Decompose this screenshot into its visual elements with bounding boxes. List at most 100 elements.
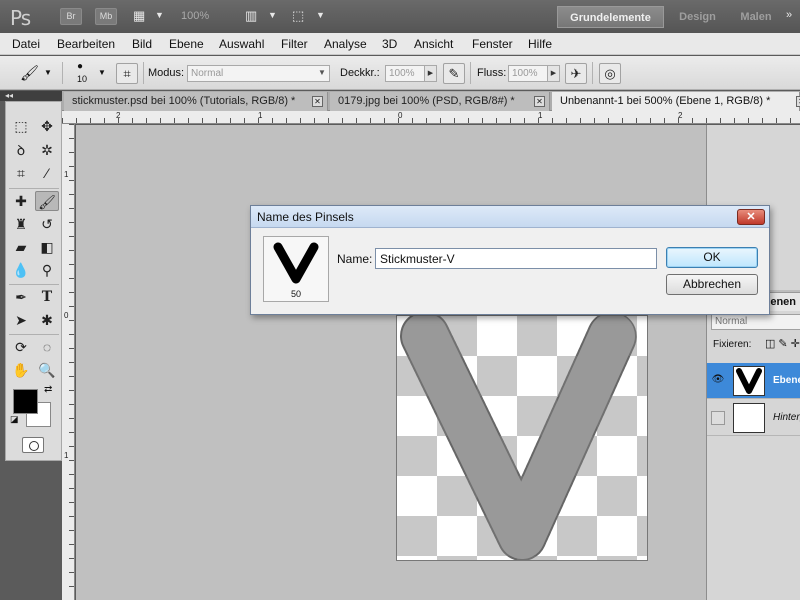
close-icon[interactable]: ✕	[312, 96, 323, 107]
menu-analyse[interactable]: Analyse	[324, 37, 367, 51]
arrange-documents-icon[interactable]: ▥	[245, 8, 257, 24]
opacity-slider-arrow[interactable]: ▶	[424, 65, 437, 82]
menu-auswahl[interactable]: Auswahl	[219, 37, 264, 51]
swap-colors-icon[interactable]: ⇄	[44, 384, 52, 395]
crop-tool-icon[interactable]: ⌗	[9, 163, 33, 183]
hand-tool-icon[interactable]: ✋	[9, 360, 33, 380]
tab-0179[interactable]: 0179.jpg bei 100% (PSD, RGB/8#) * ✕	[330, 92, 550, 111]
ruler-number: 1	[258, 111, 263, 120]
clone-stamp-icon[interactable]: ♜	[9, 214, 33, 234]
tab-label: stickmuster.psd bei 100% (Tutorials, RGB…	[72, 95, 296, 107]
path-selection-icon[interactable]: ➤	[9, 310, 33, 330]
chevron-down-icon[interactable]: ▼	[316, 10, 325, 20]
lock-icons[interactable]: ◫✎✛	[765, 337, 800, 350]
chevron-down-icon[interactable]: ▼	[318, 68, 326, 77]
flow-slider-arrow[interactable]: ▶	[547, 65, 560, 82]
pen-tool-icon[interactable]: ✒	[9, 287, 33, 307]
dialog-titlebar[interactable]: Name des Pinsels ✕	[251, 206, 769, 228]
zoom-tool-icon[interactable]: 🔍	[35, 360, 59, 380]
minibridge-button[interactable]: Mb	[95, 8, 117, 25]
lock-paint-icon[interactable]: ✎	[778, 338, 790, 350]
close-icon[interactable]: ✕	[737, 209, 765, 225]
menu-3d[interactable]: 3D	[382, 37, 397, 51]
close-icon[interactable]: ✕	[534, 96, 545, 107]
screen-mode-icon[interactable]: ⬚	[292, 8, 304, 24]
tab-unbenannt[interactable]: Unbenannt-1 bei 500% (Ebene 1, RGB/8) * …	[552, 92, 800, 111]
menu-ansicht[interactable]: Ansicht	[414, 37, 453, 51]
foreground-color-swatch[interactable]	[13, 389, 38, 414]
layers-panel: Ebenen Normal Fixieren: ◫✎✛ 👁 Ebene 1 Hi…	[706, 125, 800, 600]
close-icon[interactable]: ✕	[796, 96, 800, 107]
lasso-tool-icon[interactable]: ꝺ	[9, 140, 33, 160]
eye-icon[interactable]: 👁	[711, 374, 725, 388]
canvas-area[interactable]	[76, 125, 706, 600]
brush-panel-icon[interactable]: ⌗	[116, 63, 138, 84]
tablet-size-icon[interactable]: ◎	[599, 63, 621, 84]
magic-wand-icon[interactable]: ✲	[35, 140, 59, 160]
history-brush-icon[interactable]: ↺	[35, 214, 59, 234]
default-colors-icon[interactable]: ◪	[10, 414, 19, 425]
cancel-button[interactable]: Abbrechen	[666, 274, 758, 295]
toolbar-header[interactable]: ◂◂	[0, 91, 62, 101]
layer-row[interactable]: Hintergrund	[707, 400, 800, 436]
ruler-number: 1	[64, 451, 69, 460]
chevron-down-icon[interactable]: ▼	[98, 68, 106, 77]
double-chevron-right-icon[interactable]: »	[786, 9, 792, 21]
layer-row[interactable]: 👁 Ebene 1	[707, 363, 800, 399]
menu-bild[interactable]: Bild	[132, 37, 152, 51]
brush-tool-icon[interactable]: 🖌	[20, 64, 39, 82]
layer-name[interactable]: Hintergrund	[773, 412, 800, 423]
menu-filter[interactable]: Filter	[281, 37, 308, 51]
menu-datei[interactable]: Datei	[12, 37, 40, 51]
chevron-down-icon[interactable]: ▼	[155, 10, 164, 20]
dodge-tool-icon[interactable]: ⚲	[35, 260, 59, 280]
brush-name-input[interactable]	[375, 248, 657, 269]
flow-input[interactable]: 100%	[508, 65, 548, 82]
quick-mask-button[interactable]	[22, 437, 44, 453]
zoom-level[interactable]: 100%	[181, 10, 209, 22]
spot-healing-icon[interactable]: ✚	[9, 191, 33, 211]
3d-orbit-icon[interactable]: ◌	[35, 337, 59, 357]
separator	[592, 62, 593, 84]
eyedropper-icon[interactable]: ⁄	[35, 163, 59, 183]
3d-rotate-icon[interactable]: ⟳	[9, 337, 33, 357]
collapse-icon[interactable]: ◂◂	[5, 91, 13, 100]
layer-name[interactable]: Ebene 1	[773, 375, 800, 386]
ruler-vertical: 1 0 1	[62, 124, 75, 600]
type-tool-icon[interactable]: T	[35, 287, 59, 307]
separator	[470, 62, 471, 84]
menu-ebene[interactable]: Ebene	[169, 37, 204, 51]
lock-transparent-icon[interactable]: ◫	[765, 338, 778, 350]
brush-tip-icon[interactable]: ●	[77, 61, 83, 72]
view-extras-icon[interactable]: ▦	[133, 8, 145, 24]
visibility-toggle[interactable]	[711, 411, 725, 425]
opacity-input[interactable]: 100%	[385, 65, 425, 82]
workspace-grundelemente[interactable]: Grundelemente	[557, 6, 664, 28]
workspace-malen[interactable]: Malen	[732, 6, 780, 28]
lock-label: Fixieren:	[713, 339, 752, 350]
move-tool-icon[interactable]: ✥	[35, 116, 59, 136]
bridge-button[interactable]: Br	[60, 8, 82, 25]
blend-mode-select[interactable]: Normal	[711, 314, 800, 330]
opacity-label: Deckkr.:	[340, 67, 380, 79]
tab-stickmuster[interactable]: stickmuster.psd bei 100% (Tutorials, RGB…	[64, 92, 328, 111]
ok-button[interactable]: OK	[666, 247, 758, 268]
brush-tool-icon[interactable]: 🖌	[35, 191, 59, 211]
eraser-tool-icon[interactable]: ▰	[9, 237, 33, 257]
tablet-opacity-icon[interactable]: ✎	[443, 63, 465, 84]
blur-tool-icon[interactable]: 💧	[9, 260, 33, 280]
shape-tool-icon[interactable]: ✱	[35, 310, 59, 330]
chevron-down-icon[interactable]: ▼	[268, 10, 277, 20]
mode-select[interactable]: Normal	[187, 65, 330, 82]
document-canvas[interactable]	[396, 315, 648, 561]
chevron-down-icon[interactable]: ▼	[44, 68, 52, 77]
menu-hilfe[interactable]: Hilfe	[528, 37, 552, 51]
marquee-tool-icon[interactable]: ⬚	[9, 116, 33, 136]
lock-position-icon[interactable]: ✛	[791, 338, 800, 350]
gradient-tool-icon[interactable]: ◧	[35, 237, 59, 257]
workspace-design[interactable]: Design	[670, 6, 725, 28]
menu-bearbeiten[interactable]: Bearbeiten	[57, 37, 115, 51]
separator	[9, 188, 59, 189]
airbrush-icon[interactable]: ✈	[565, 63, 587, 84]
menu-fenster[interactable]: Fenster	[472, 37, 513, 51]
